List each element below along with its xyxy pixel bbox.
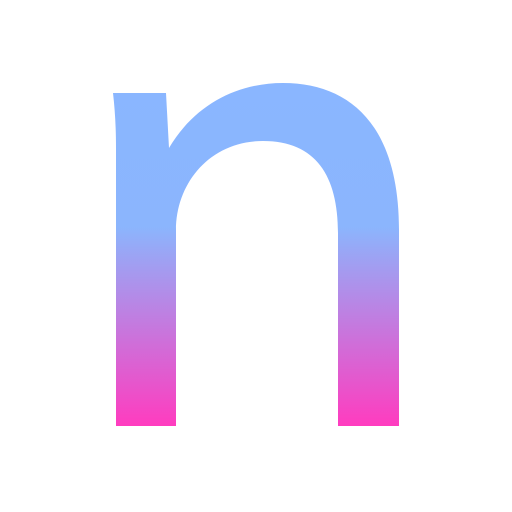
n-logo-icon xyxy=(113,83,399,426)
app-icon-canvas xyxy=(0,0,512,512)
n-glyph-shape xyxy=(113,83,399,426)
